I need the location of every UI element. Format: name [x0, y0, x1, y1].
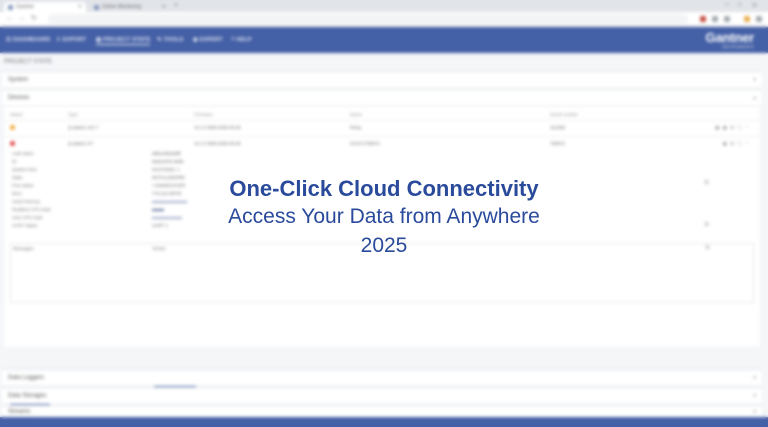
overlay-year: 2025 [360, 234, 408, 257]
overlay-subtitle: Access Your Data from Anywhere [228, 205, 540, 228]
promo-overlay: One-Click Cloud Connectivity Access Your… [0, 176, 768, 260]
overlay-title: One-Click Cloud Connectivity [229, 176, 539, 201]
